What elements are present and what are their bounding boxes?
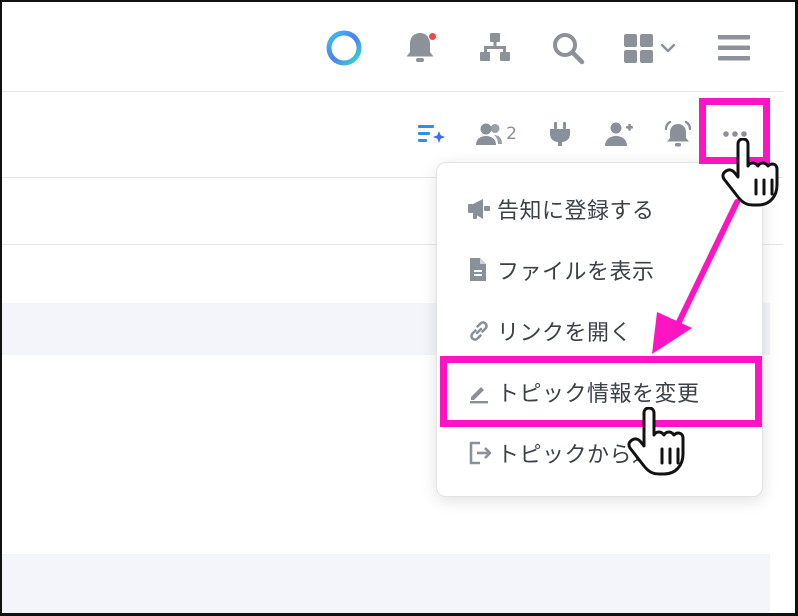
annotation-arrow (652, 199, 740, 354)
screenshot-frame: 2 告知に登録する ファイルを表示 リンクを開く トピック情報を変更 トピックか… (0, 0, 798, 616)
hand-cursor-icon (627, 407, 685, 476)
hand-cursor-icon (721, 138, 779, 207)
